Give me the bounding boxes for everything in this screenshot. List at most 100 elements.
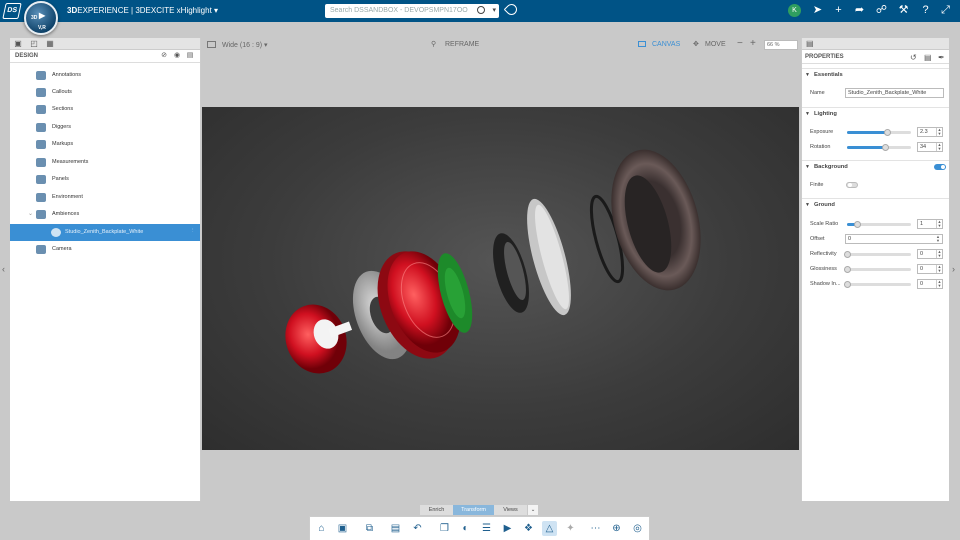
chevron-down-icon[interactable]: ⌄ bbox=[528, 505, 538, 515]
collapse-right-icon[interactable]: › bbox=[952, 264, 955, 274]
search-input[interactable]: Search DSSANDBOX - DEVOPSMPN17OO ▾ bbox=[325, 4, 499, 18]
reflectivity-slider[interactable] bbox=[844, 251, 911, 258]
camera-tab-icon[interactable]: ▣ bbox=[12, 39, 24, 49]
export-icon[interactable]: ⧉ bbox=[362, 521, 377, 536]
tree-item-camera[interactable]: Camera bbox=[10, 241, 200, 258]
zoom-out-button[interactable]: − bbox=[737, 38, 743, 49]
section-ground[interactable]: ▼ Ground bbox=[802, 198, 949, 211]
ds-logo-icon[interactable]: DS bbox=[2, 3, 22, 19]
structure-tab-icon[interactable]: ▦ bbox=[44, 39, 56, 49]
shadow-field[interactable]: 0 ▲ ▼ bbox=[917, 279, 943, 289]
spinner-icon[interactable]: ▲ ▼ bbox=[936, 250, 942, 258]
slider-knob[interactable] bbox=[853, 221, 861, 228]
tree-item-diggers[interactable]: Diggers bbox=[10, 119, 200, 136]
save-icon[interactable]: ▣ bbox=[335, 521, 350, 536]
spinner-icon[interactable]: ▲ ▼ bbox=[936, 280, 942, 288]
glossiness-slider[interactable] bbox=[844, 266, 911, 273]
aspect-select[interactable]: Wide (16 : 9) ▾ bbox=[222, 41, 268, 49]
shadow-slider[interactable] bbox=[844, 281, 911, 288]
exposure-slider[interactable] bbox=[847, 129, 911, 136]
collapse-left-icon[interactable]: ‹ bbox=[2, 264, 5, 274]
brush-icon[interactable]: ✒ bbox=[938, 53, 945, 62]
visibility-icon[interactable]: ◉ bbox=[173, 52, 181, 60]
hide-icon[interactable]: ⊘ bbox=[160, 52, 168, 60]
scale-ratio-field[interactable]: 1 ▲ ▼ bbox=[917, 219, 943, 229]
search-icon[interactable] bbox=[477, 6, 485, 14]
copy-icon[interactable]: ❐ bbox=[437, 521, 452, 536]
tree-item-markups[interactable]: Markups bbox=[10, 136, 200, 153]
home-icon[interactable]: ⌂ bbox=[314, 521, 329, 536]
share-icon[interactable]: ➤ bbox=[810, 3, 825, 18]
expand-icon[interactable]: ⌄ bbox=[28, 210, 33, 217]
tree-item-ambiences[interactable]: ⌄ Ambiences bbox=[10, 206, 200, 223]
spinner-icon[interactable]: ▲ ▼ bbox=[936, 143, 942, 151]
pyramid-icon[interactable]: △ bbox=[542, 521, 557, 536]
spinner-icon[interactable]: ▲ ▼ bbox=[936, 128, 942, 136]
undo-icon[interactable]: ↶ bbox=[410, 521, 425, 536]
glossiness-field[interactable]: 0 ▲ ▼ bbox=[917, 264, 943, 274]
tree-item-annotations[interactable]: Annotations bbox=[10, 67, 200, 84]
zoom-field[interactable]: 66 % bbox=[764, 40, 798, 50]
tree-item-studio-zenith[interactable]: Studio_Zenith_Backplate_White ⋮ bbox=[10, 224, 200, 241]
canvas-button[interactable]: CANVAS bbox=[652, 41, 680, 48]
tools-icon[interactable]: ⚒ bbox=[896, 3, 911, 18]
tree-item-measurements[interactable]: Measurements bbox=[10, 154, 200, 171]
delete-icon[interactable]: ▤ bbox=[186, 52, 194, 60]
render-icon[interactable]: ◐ bbox=[458, 521, 473, 536]
link-icon[interactable]: ⋯ bbox=[588, 521, 603, 536]
slider-knob[interactable] bbox=[844, 251, 851, 258]
tab-enrich[interactable]: Enrich bbox=[420, 505, 453, 515]
design-tab-icon[interactable]: ◰ bbox=[28, 39, 40, 49]
more-icon[interactable]: ⋮ bbox=[190, 228, 196, 234]
slider-knob[interactable] bbox=[844, 266, 851, 273]
add-icon[interactable]: + bbox=[831, 3, 846, 18]
background-toggle[interactable] bbox=[934, 164, 946, 170]
compass-icon[interactable]: 3D ▶ V,R bbox=[24, 1, 58, 35]
finite-toggle[interactable] bbox=[846, 182, 858, 188]
app-title[interactable]: 3DEXPERIENCE | 3DEXCITE xHighlight ▾ bbox=[67, 6, 218, 15]
properties-tab-icon[interactable]: ▤ bbox=[806, 39, 814, 48]
search-dropdown-icon[interactable]: ▾ bbox=[492, 4, 496, 18]
play-icon[interactable]: ▶ bbox=[500, 521, 515, 536]
target-icon[interactable]: ⊕ bbox=[609, 521, 624, 536]
spinner-icon[interactable]: ▲ ▼ bbox=[936, 265, 942, 273]
section-lighting[interactable]: ▼ Lighting bbox=[802, 107, 949, 120]
help-icon[interactable]: ? bbox=[918, 3, 933, 18]
maximize-icon[interactable]: ⤢ bbox=[938, 3, 953, 18]
sparkle-icon[interactable]: ✦ bbox=[563, 521, 578, 536]
tab-transform[interactable]: Transform bbox=[453, 505, 494, 515]
tree-item-panels[interactable]: Panels bbox=[10, 171, 200, 188]
globe-icon[interactable]: ◎ bbox=[630, 521, 645, 536]
reframe-button[interactable]: REFRAME bbox=[445, 41, 479, 48]
tree-item-callouts[interactable]: Callouts bbox=[10, 84, 200, 101]
tag-icon[interactable] bbox=[503, 1, 520, 18]
offset-field[interactable]: 0 bbox=[845, 234, 943, 244]
3d-object-icon[interactable]: ❖ bbox=[521, 521, 536, 536]
3d-viewport[interactable] bbox=[202, 107, 799, 450]
avatar[interactable]: K bbox=[788, 4, 801, 17]
save-icon[interactable]: ▤ bbox=[924, 53, 932, 62]
tab-views[interactable]: Views bbox=[494, 505, 527, 515]
forward-icon[interactable]: ➦ bbox=[852, 3, 867, 18]
reset-icon[interactable]: ↺ bbox=[910, 53, 917, 62]
zoom-in-button[interactable]: + bbox=[750, 38, 756, 49]
section-essentials[interactable]: ▼ Essentials bbox=[802, 68, 949, 81]
rotation-field[interactable]: 34 ▲ ▼ bbox=[917, 142, 943, 152]
name-field[interactable]: Studio_Zenith_Backplate_White bbox=[845, 88, 944, 98]
layers-icon[interactable]: ☰ bbox=[479, 521, 494, 536]
slider-knob[interactable] bbox=[844, 281, 851, 288]
scale-ratio-slider[interactable] bbox=[847, 221, 911, 228]
slider-knob[interactable] bbox=[884, 129, 892, 136]
tree-item-environment[interactable]: Environment bbox=[10, 189, 200, 206]
tree-item-sections[interactable]: Sections bbox=[10, 101, 200, 118]
reflectivity-field[interactable]: 0 ▲ ▼ bbox=[917, 249, 943, 259]
exposure-field[interactable]: 2.3 ▲ ▼ bbox=[917, 127, 943, 137]
network-icon[interactable]: ☍ bbox=[874, 3, 889, 18]
slider-knob[interactable] bbox=[882, 144, 890, 151]
image-icon[interactable]: ▤ bbox=[388, 521, 403, 536]
move-button[interactable]: MOVE bbox=[705, 41, 726, 48]
section-background[interactable]: ▼ Background bbox=[802, 160, 949, 173]
spinner-icon[interactable]: ▲ ▼ bbox=[936, 235, 940, 243]
spinner-icon[interactable]: ▲ ▼ bbox=[936, 220, 942, 228]
rotation-slider[interactable] bbox=[847, 144, 911, 151]
